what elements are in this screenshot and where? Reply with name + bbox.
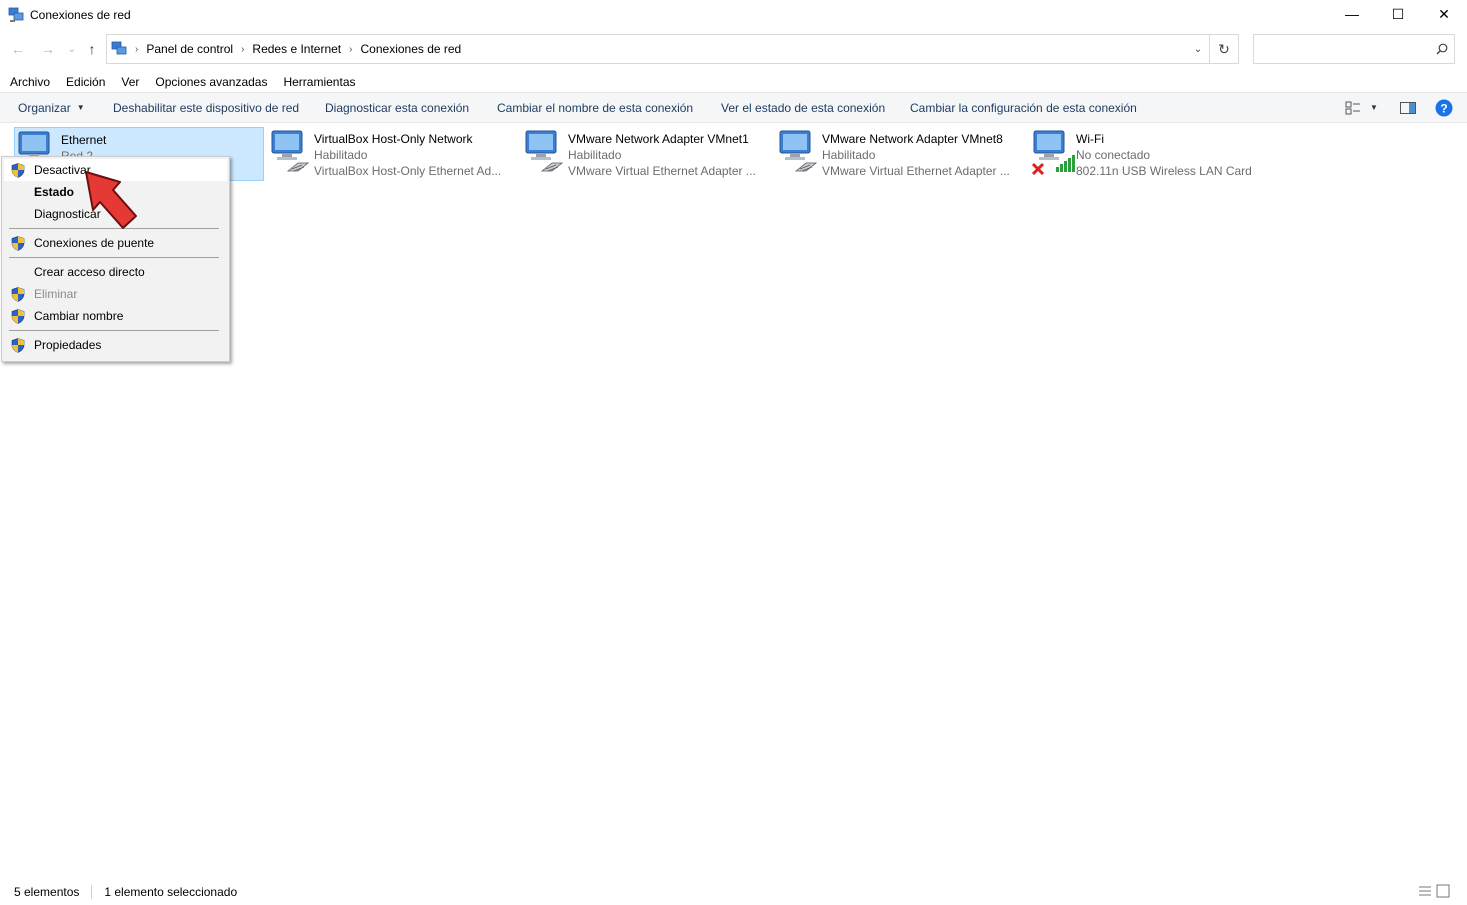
up-button[interactable]: ↑ <box>82 38 102 60</box>
pointer-arrow-icon <box>85 171 137 229</box>
recent-locations-button[interactable]: ⌄ <box>62 38 82 60</box>
view-dropdown-button[interactable]: ▼ <box>1366 93 1382 122</box>
connection-item[interactable]: Wi-Fi No conectado 802.11n USB Wireless LA… <box>1030 127 1290 181</box>
command-bar: Organizar ▼ Deshabilitar este dispositiv… <box>0 92 1467 123</box>
network-connections-icon <box>8 7 24 22</box>
preview-pane-icon <box>1400 101 1416 114</box>
connection-status: Habilitado <box>822 148 876 162</box>
title-bar: Conexiones de red — ☐ ✕ <box>0 0 1467 30</box>
diagnose-connection-button[interactable]: Diagnosticar esta conexión <box>325 93 469 122</box>
ctx-crear-acceso-directo[interactable]: Crear acceso directo <box>4 261 227 283</box>
ctx-item-label: Conexiones de puente <box>34 236 155 250</box>
disable-device-button[interactable]: Deshabilitar este dispositivo de red <box>113 93 299 122</box>
breadcrumb-separator: › <box>349 43 353 55</box>
view-status-button[interactable]: Ver el estado de esta conexión <box>721 93 885 122</box>
selection-count: 1 elemento seleccionado <box>104 885 238 899</box>
menu-edicion[interactable]: Edición <box>58 75 113 89</box>
address-bar[interactable]: › Panel de control › Redes e Internet › … <box>106 34 1210 64</box>
item-count: 5 elementos <box>14 885 80 899</box>
organize-button[interactable]: Organizar ▼ <box>18 93 85 122</box>
svg-text:?: ? <box>1440 101 1447 115</box>
change-settings-button[interactable]: Cambiar la configuración de esta conexió… <box>910 93 1137 122</box>
connection-status: Habilitado <box>314 148 368 162</box>
connection-adapter: 802.11n USB Wireless LAN Card <box>1076 164 1252 178</box>
ctx-item-label: Cambiar nombre <box>34 309 124 323</box>
menu-opciones-avanzadas[interactable]: Opciones avanzadas <box>147 75 275 89</box>
ctx-cambiar-nombre[interactable]: Cambiar nombre <box>4 305 227 327</box>
disconnected-icon <box>1031 162 1045 175</box>
connection-name: Ethernet <box>61 133 107 147</box>
menu-separator <box>9 330 219 331</box>
caret-down-icon: ▼ <box>76 103 85 112</box>
connection-status: No conectado <box>1076 148 1151 162</box>
menu-ver[interactable]: Ver <box>113 75 147 89</box>
connection-status: Habilitado <box>568 148 622 162</box>
uac-shield-icon <box>11 309 25 324</box>
breadcrumb-control-panel[interactable]: Panel de control <box>146 42 233 56</box>
view-options-icon <box>1345 101 1360 114</box>
connection-name: Wi-Fi <box>1076 132 1104 146</box>
view-toggles <box>1418 884 1450 898</box>
connection-item[interactable]: VMware Network Adapter VMnet1 Habilitado V… <box>522 127 772 181</box>
search-icon <box>1436 43 1448 55</box>
preview-pane-button[interactable] <box>1398 93 1418 122</box>
minimize-button[interactable]: — <box>1329 0 1375 28</box>
back-button[interactable]: ← <box>8 38 28 60</box>
change-view-button[interactable] <box>1343 93 1363 122</box>
menu-bar: Archivo Edición Ver Opciones avanzadas H… <box>0 72 364 92</box>
status-bar: 5 elementos 1 elemento seleccionado <box>0 882 237 902</box>
breadcrumb-separator: › <box>241 43 245 55</box>
search-input[interactable] <box>1253 34 1455 64</box>
network-adapter-icon <box>1031 130 1075 175</box>
maximize-button[interactable]: ☐ <box>1375 0 1421 28</box>
ethernet-cable-icon <box>540 162 564 172</box>
ctx-item-label: Crear acceso directo <box>34 265 145 279</box>
ctx-propiedades[interactable]: Propiedades <box>4 334 227 356</box>
organize-label: Organizar <box>18 100 71 115</box>
connection-name: VMware Network Adapter VMnet1 <box>568 132 749 146</box>
ethernet-cable-icon <box>794 162 818 172</box>
ctx-eliminar: Eliminar <box>4 283 227 305</box>
uac-shield-icon <box>11 236 25 251</box>
status-divider <box>91 885 93 899</box>
close-button[interactable]: ✕ <box>1421 0 1467 28</box>
help-icon: ? <box>1435 99 1453 116</box>
address-dropdown-button[interactable]: ⌄ <box>1187 35 1209 63</box>
uac-shield-icon <box>11 163 25 178</box>
refresh-button[interactable]: ↻ <box>1210 34 1239 64</box>
network-adapter-icon <box>779 130 818 172</box>
network-connections-icon <box>111 41 127 55</box>
connection-adapter: VirtualBox Host-Only Ethernet Ad... <box>314 164 502 178</box>
menu-herramientas[interactable]: Herramientas <box>275 75 363 89</box>
network-adapter-icon <box>271 130 310 172</box>
help-button[interactable]: ? <box>1433 93 1455 122</box>
large-icons-view-icon[interactable] <box>1436 884 1450 898</box>
breadcrumb-separator: › <box>135 43 139 55</box>
connection-item[interactable]: VMware Network Adapter VMnet8 Habilitado V… <box>776 127 1026 181</box>
uac-shield-icon <box>11 338 25 353</box>
connection-adapter: VMware Virtual Ethernet Adapter ... <box>568 164 756 178</box>
forward-button[interactable]: → <box>38 38 58 60</box>
rename-connection-button[interactable]: Cambiar el nombre de esta conexión <box>497 93 693 122</box>
ctx-item-label: Eliminar <box>34 287 78 301</box>
ctx-conexiones-puente[interactable]: Conexiones de puente <box>4 232 227 254</box>
breadcrumb-network-connections[interactable]: Conexiones de red <box>361 42 462 56</box>
connection-item[interactable]: VirtualBox Host-Only Network Habilitado Vi… <box>268 127 518 181</box>
window-controls: — ☐ ✕ <box>1329 0 1467 28</box>
window-title: Conexiones de red <box>30 8 131 22</box>
details-view-icon[interactable] <box>1418 884 1432 898</box>
connection-name: VMware Network Adapter VMnet8 <box>822 132 1003 146</box>
ctx-item-label: Estado <box>34 185 75 199</box>
network-adapter-icon <box>525 130 564 172</box>
menu-separator <box>9 257 219 258</box>
ethernet-cable-icon <box>286 162 310 172</box>
connection-name: VirtualBox Host-Only Network <box>314 132 473 146</box>
menu-archivo[interactable]: Archivo <box>0 75 58 89</box>
connection-adapter: VMware Virtual Ethernet Adapter ... <box>822 164 1010 178</box>
breadcrumb-network-internet[interactable]: Redes e Internet <box>252 42 341 56</box>
address-row: ← → ⌄ ↑ › Panel de control › Redes e Int… <box>0 34 1467 64</box>
ctx-item-label: Propiedades <box>34 338 102 352</box>
uac-shield-icon <box>11 287 25 302</box>
